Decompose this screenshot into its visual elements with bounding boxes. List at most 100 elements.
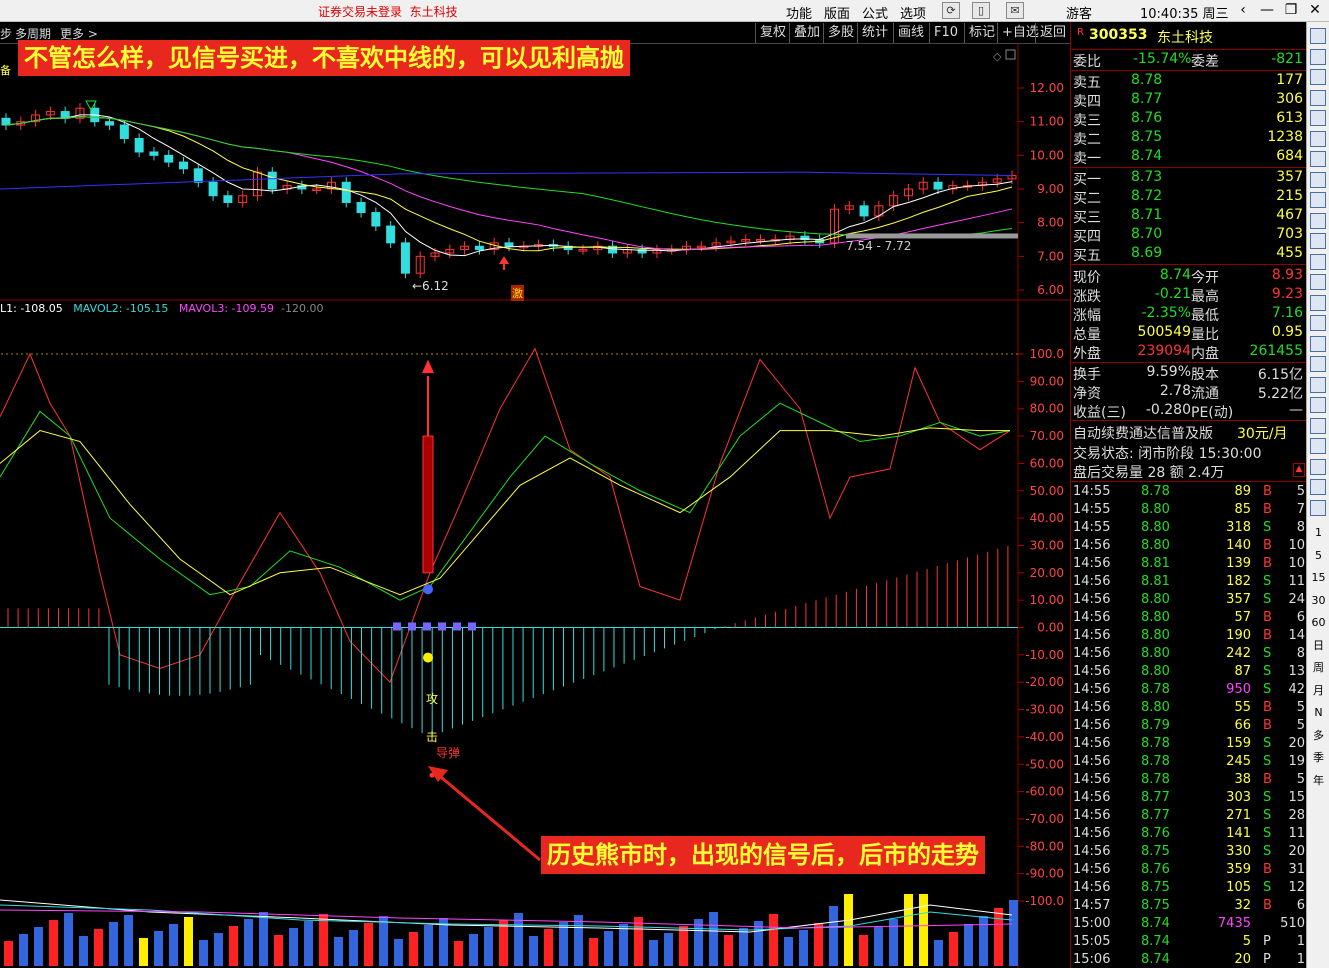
return-button[interactable]: 返回 — [1035, 23, 1070, 43]
trade-row: 14:57 8.75 32 B 6 — [1071, 898, 1307, 916]
osc-axis-label: -80.00 — [1025, 839, 1064, 853]
trade-row: 14:56 8.81 139 B 10 — [1071, 556, 1307, 574]
side-tool-icon[interactable] — [1310, 274, 1326, 290]
expand-icon[interactable]: ▲ — [1293, 463, 1305, 477]
side-tool-icon[interactable] — [1310, 171, 1326, 188]
period-tab[interactable]: 月 — [1309, 682, 1328, 700]
osc-axis-label: 40.00 — [1030, 511, 1064, 525]
side-tool-icon[interactable] — [1310, 479, 1326, 495]
side-tool-icon[interactable] — [1310, 315, 1326, 331]
volume-bar — [34, 927, 43, 966]
side-tool-icon[interactable] — [1310, 438, 1326, 454]
side-tool-icon[interactable] — [1310, 28, 1326, 44]
volume-bar — [574, 915, 583, 966]
promo-row[interactable]: 自动续费通达信普及版 30元/月 — [1071, 423, 1307, 442]
side-tool-icon[interactable] — [1310, 192, 1326, 208]
volume-bar — [1009, 900, 1018, 966]
side-tool-icon[interactable] — [1310, 376, 1326, 393]
draw-button[interactable]: 画线 — [893, 23, 928, 43]
candle-body — [119, 124, 129, 139]
side-tool-icon[interactable] — [1310, 130, 1326, 147]
side-tool-icon[interactable] — [1310, 499, 1326, 516]
login-status[interactable]: 证券交易未登录 东土科技 — [318, 3, 458, 20]
side-tool-icon[interactable] — [1310, 397, 1326, 413]
minimize-button[interactable]: — — [1256, 1, 1278, 20]
trade-row: 14:56 8.75 330 S 20 — [1071, 844, 1307, 862]
weicha-value: -821 — [1271, 51, 1303, 67]
trade-count: 8 — [1296, 646, 1305, 661]
volume-bar — [994, 908, 1003, 966]
menu-layout[interactable]: 版面 — [824, 3, 850, 22]
side-tool-icon[interactable] — [1310, 253, 1326, 270]
trade-price: 8.76 — [1141, 826, 1170, 841]
mail-icon[interactable]: ✉ — [1006, 2, 1024, 19]
trade-row: 14:56 8.78 159 S 20 — [1071, 736, 1307, 754]
period-tab[interactable]: 1 — [1309, 524, 1328, 542]
period-tab[interactable]: 周 — [1309, 659, 1328, 677]
trade-direction: B — [1263, 898, 1272, 913]
side-tool-icon[interactable] — [1310, 212, 1326, 229]
stats-button[interactable]: 统计 — [857, 23, 892, 43]
trade-time: 14:56 — [1073, 790, 1111, 805]
stat-value: — — [1289, 402, 1303, 418]
stat-value: 2.78 — [1159, 383, 1191, 399]
volume-bar — [499, 920, 508, 966]
trade-row: 14:56 8.76 141 S 11 — [1071, 826, 1307, 844]
trade-time: 14:57 — [1073, 898, 1111, 913]
volume-bar — [49, 920, 58, 966]
period-tab[interactable]: 季 — [1309, 749, 1328, 767]
trade-count: 1 — [1296, 934, 1305, 949]
candle-body — [371, 212, 381, 227]
back-icon[interactable]: ‹ — [1232, 1, 1254, 20]
restore-button[interactable]: ❐ — [1280, 1, 1302, 20]
stat-label: 量比 — [1191, 327, 1219, 343]
side-tool-icon[interactable] — [1310, 458, 1326, 475]
overlay-button[interactable]: 叠加 — [789, 23, 824, 43]
period-tab[interactable]: 年 — [1309, 772, 1328, 790]
menu-options[interactable]: 选项 — [900, 3, 926, 22]
adjust-button[interactable]: 复权 — [755, 23, 790, 43]
f10-button[interactable]: F10 — [929, 23, 962, 43]
trade-volume: 159 — [1226, 736, 1251, 751]
side-tool-icon[interactable] — [1310, 69, 1326, 85]
period-tab[interactable]: 15 — [1309, 569, 1328, 587]
bid-row: 买三 8.71 467 — [1071, 207, 1307, 226]
period-tab[interactable]: 日 — [1309, 637, 1328, 655]
gong-label: 攻 — [426, 692, 439, 706]
stat-value: 0.95 — [1271, 324, 1303, 340]
period-tab[interactable]: 多 — [1309, 727, 1328, 745]
menu-formula[interactable]: 公式 — [862, 3, 888, 22]
candle-body — [356, 201, 366, 214]
menu-function[interactable]: 功能 — [786, 3, 812, 22]
side-tool-icon[interactable] — [1310, 335, 1326, 352]
guest-label[interactable]: 游客 — [1066, 3, 1092, 22]
kline-chart[interactable]: 12.00 11.00 10.00 9.00 8.00 7.00 6.00 100.0 90.0… — [0, 44, 1070, 968]
refresh-icon[interactable]: ⟳ — [942, 2, 960, 19]
mark-button[interactable]: 标记 — [964, 23, 999, 43]
side-tool-icon[interactable] — [1310, 48, 1326, 65]
period-tab[interactable]: 5 — [1309, 547, 1328, 565]
period-partial[interactable]: 步 — [0, 25, 12, 42]
trade-price: 8.80 — [1141, 646, 1170, 661]
trade-time: 14:56 — [1073, 880, 1111, 895]
side-tool-icon[interactable] — [1310, 233, 1326, 249]
side-tool-icon[interactable] — [1310, 417, 1326, 434]
period-tab[interactable]: N — [1309, 704, 1328, 722]
period-tab[interactable]: 30 — [1309, 592, 1328, 610]
period-tab[interactable]: 60 — [1309, 614, 1328, 632]
multi-stock-button[interactable]: 多股 — [823, 23, 858, 43]
side-tool-icon[interactable] — [1310, 356, 1326, 372]
side-tool-icon[interactable] — [1310, 89, 1326, 106]
stat-value: 8.93 — [1271, 267, 1303, 283]
trade-row: 14:56 8.75 105 S 12 — [1071, 880, 1307, 898]
side-tool-icon[interactable] — [1310, 151, 1326, 167]
trade-time: 15:05 — [1073, 934, 1111, 949]
yellow-signal-dot — [423, 652, 433, 663]
trade-volume: 303 — [1226, 790, 1251, 805]
phone-icon[interactable]: ▯ — [972, 2, 990, 19]
side-tool-icon[interactable] — [1310, 294, 1326, 311]
side-tool-icon[interactable] — [1310, 110, 1326, 126]
trade-row: 14:56 8.78 38 B 5 — [1071, 772, 1307, 790]
close-button[interactable]: ✕ — [1304, 1, 1326, 20]
side-toolbar: 1 5 15 30 60 日周月 N 多季年 — [1306, 22, 1329, 968]
